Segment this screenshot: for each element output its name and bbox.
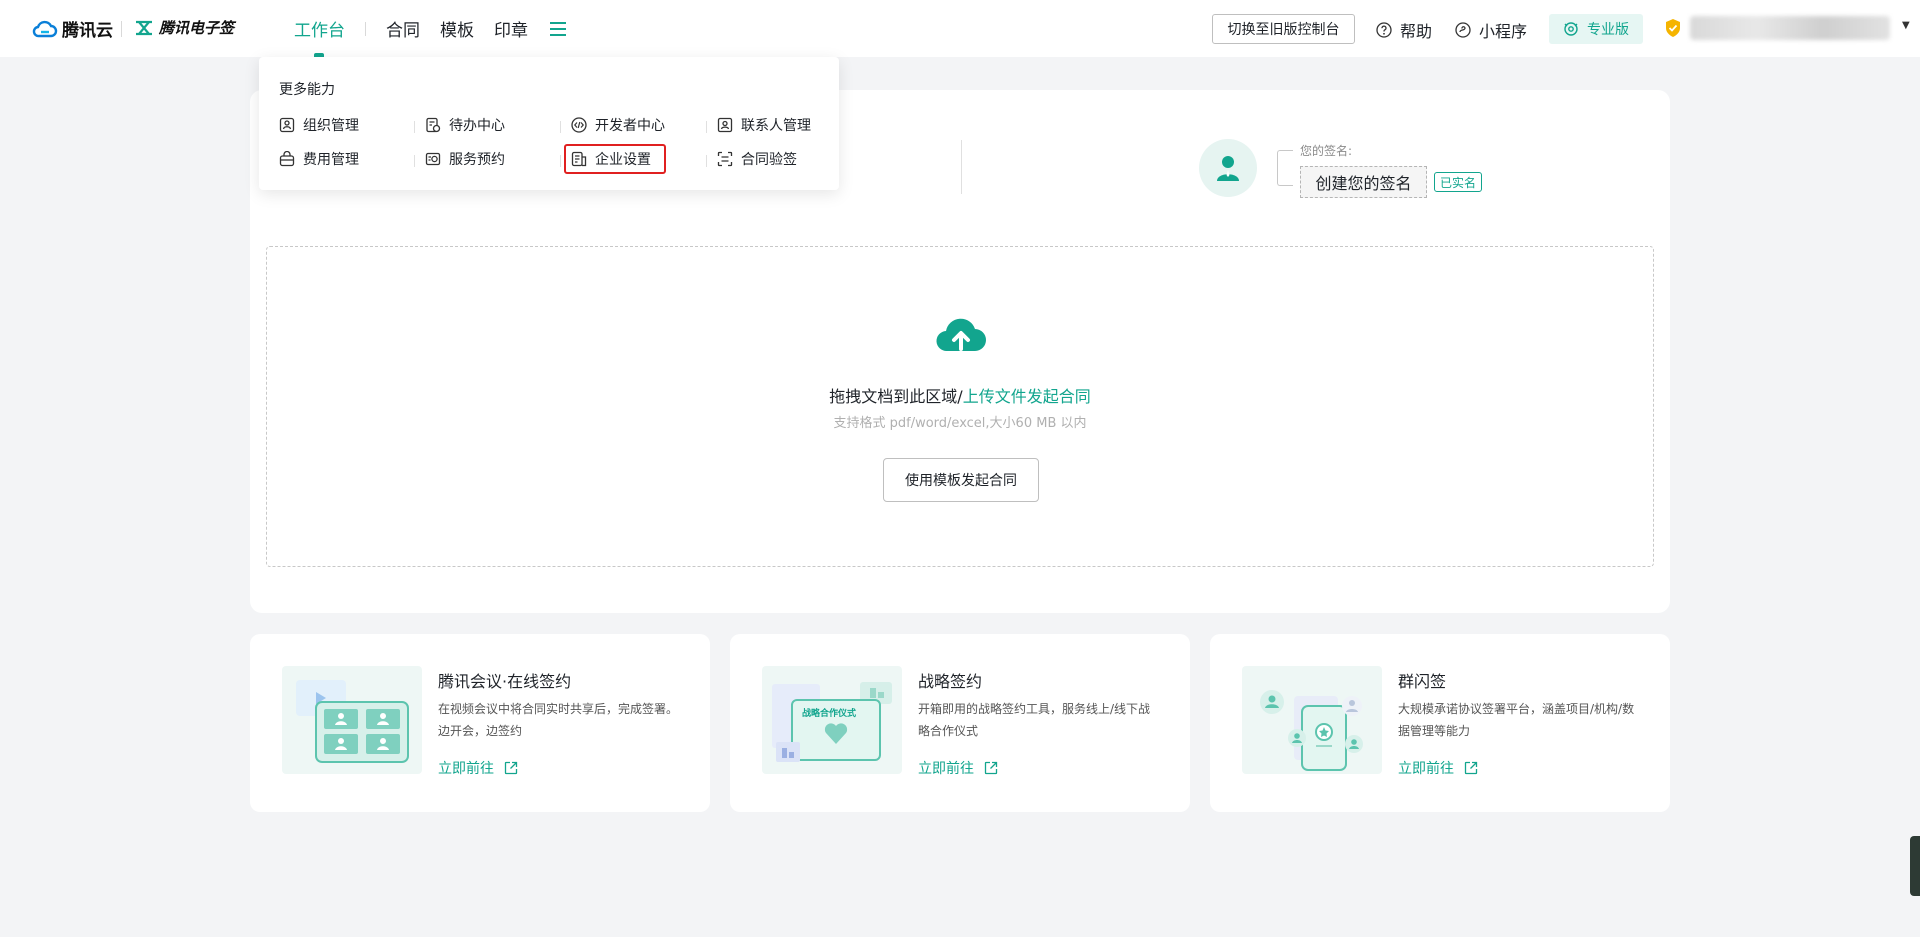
vertical-divider	[961, 140, 962, 194]
edition-badge[interactable]: 专业版	[1549, 14, 1643, 44]
brand-esign-text: 腾讯电子签	[159, 19, 235, 37]
signature-bracket	[1277, 150, 1293, 186]
menu-separator	[414, 121, 415, 133]
use-template-button[interactable]: 使用模板发起合同	[883, 458, 1039, 502]
cloud-logo-icon	[32, 20, 58, 37]
mini-program-icon	[1455, 22, 1471, 38]
nav-template[interactable]: 模板	[440, 16, 474, 41]
upload-file-link[interactable]: 上传文件发起合同	[963, 387, 1091, 406]
feature-card-group-sign: 群闪签 大规模承诺协议签署平台，涵盖项目/机构/数据管理等能力 立即前往	[1210, 634, 1670, 812]
menu-developer-center[interactable]: 开发者中心	[571, 115, 665, 135]
org-icon	[279, 117, 295, 133]
menu-label: 开发者中心	[595, 118, 665, 134]
feature-card-meeting: 腾讯会议·在线签约 在视频会议中将合同实时共享后，完成签署。边开会，边签约 立即…	[250, 634, 710, 812]
nav-separator	[365, 21, 366, 36]
dropdown-title: 更多能力	[279, 82, 335, 98]
menu-label: 联系人管理	[741, 118, 811, 134]
avatar	[1199, 139, 1257, 197]
external-link-icon	[1464, 761, 1478, 775]
menu-service-booking[interactable]: 服务预约	[425, 149, 505, 169]
strategic-illustration: 战略合作仪式	[762, 666, 902, 774]
feature-desc: 在视频会议中将合同实时共享后，完成签署。边开会，边签约	[438, 702, 679, 738]
feature-desc: 大规模承诺协议签署平台，涵盖项目/机构/数据管理等能力	[1398, 702, 1635, 738]
menu-billing-management[interactable]: 费用管理	[279, 149, 359, 169]
top-header: 腾讯云 腾讯电子签 工作台 合同 模板 印章 切换至旧版控制台 帮助 小程序 专…	[0, 0, 1920, 57]
upload-drop-zone[interactable]: 拖拽文档到此区域/上传文件发起合同 支持格式 pdf/word/excel,大小…	[266, 246, 1654, 567]
side-widget-handle[interactable]	[1910, 836, 1920, 896]
menu-separator	[560, 155, 561, 167]
help-link[interactable]: 帮助	[1376, 18, 1432, 42]
menu-separator	[560, 121, 561, 133]
code-icon	[571, 117, 587, 133]
thumb-text: 战略合作仪式	[802, 707, 856, 718]
main-nav: 工作台 合同 模板 印章	[294, 0, 568, 57]
feature-title: 战略签约	[918, 672, 983, 691]
nav-workbench[interactable]: 工作台	[294, 16, 345, 41]
external-link-icon	[504, 761, 518, 775]
bag-icon	[279, 151, 295, 167]
todo-icon	[426, 117, 441, 133]
esign-logo[interactable]: 腾讯电子签	[135, 17, 234, 38]
menu-org-management[interactable]: 组织管理	[279, 115, 359, 135]
more-capabilities-dropdown: 更多能力 组织管理 待办中心 开发者中心 联系人管理 费用管理 服务预约 企业设…	[259, 57, 839, 190]
menu-label: 服务预约	[449, 152, 505, 168]
account-caret-icon[interactable]: ▼	[1902, 20, 1910, 31]
brand-cloud-text: 腾讯云	[62, 21, 113, 41]
cloud-upload-icon	[936, 318, 986, 352]
edition-icon	[1564, 22, 1578, 36]
edition-label: 专业版	[1587, 22, 1629, 38]
create-signature-button[interactable]: 创建您的签名	[1300, 166, 1427, 198]
menu-contract-verify[interactable]: 合同验签	[717, 149, 797, 169]
feature-link-label: 立即前往	[918, 761, 974, 777]
menu-label: 待办中心	[449, 118, 505, 134]
tencent-cloud-logo[interactable]: 腾讯云	[32, 16, 113, 41]
esign-logo-icon	[136, 20, 152, 35]
user-account-blurred[interactable]	[1690, 16, 1890, 40]
nav-seal[interactable]: 印章	[494, 16, 528, 41]
menu-separator	[706, 155, 707, 167]
service-icon	[425, 152, 441, 166]
feature-title: 群闪签	[1398, 672, 1447, 691]
mini-program-link[interactable]: 小程序	[1455, 18, 1527, 42]
meeting-illustration	[282, 666, 422, 774]
nav-contract[interactable]: 合同	[386, 16, 420, 41]
highlight-box	[564, 144, 666, 174]
help-icon	[1376, 22, 1392, 38]
feature-go-link[interactable]: 立即前往	[438, 758, 518, 778]
scan-verify-icon	[717, 151, 733, 167]
contact-icon	[717, 117, 733, 133]
menu-label: 费用管理	[303, 152, 359, 168]
mini-program-label: 小程序	[1479, 22, 1528, 41]
strategic-signing-icon: 战略合作仪式	[772, 682, 892, 762]
user-icon	[1217, 156, 1239, 181]
feature-link-label: 立即前往	[438, 761, 494, 777]
menu-separator	[706, 121, 707, 133]
switch-old-console-button[interactable]: 切换至旧版控制台	[1212, 14, 1355, 44]
help-label: 帮助	[1400, 22, 1433, 41]
verified-badge: 已实名	[1434, 172, 1483, 192]
menu-todo-center[interactable]: 待办中心	[425, 115, 505, 135]
external-link-icon	[984, 761, 998, 775]
feature-go-link[interactable]: 立即前往	[1398, 758, 1478, 778]
menu-contact-management[interactable]: 联系人管理	[717, 115, 811, 135]
feature-card-strategic: 战略合作仪式 战略签约 开箱即用的战略签约工具，服务线上/线下战略合作仪式 立即…	[730, 634, 1190, 812]
group-sign-illustration	[1242, 666, 1382, 774]
upload-format-hint: 支持格式 pdf/word/excel,大小60 MB 以内	[833, 416, 1087, 431]
group-sign-icon	[1260, 690, 1363, 771]
feature-link-label: 立即前往	[1398, 761, 1454, 777]
menu-label: 组织管理	[303, 118, 359, 134]
menu-separator	[414, 155, 415, 167]
verified-shield-icon	[1666, 19, 1680, 37]
menu-label: 合同验签	[741, 152, 797, 168]
feature-desc: 开箱即用的战略签约工具，服务线上/线下战略合作仪式	[918, 702, 1151, 738]
feature-go-link[interactable]: 立即前往	[918, 758, 998, 778]
video-meeting-icon	[296, 680, 409, 763]
signature-label: 您的签名:	[1300, 144, 1353, 158]
drop-text-prefix: 拖拽文档到此区域/	[829, 387, 963, 406]
more-menu-icon[interactable]	[550, 21, 568, 37]
feature-title: 腾讯会议·在线签约	[438, 672, 572, 691]
drop-instruction: 拖拽文档到此区域/上传文件发起合同	[267, 383, 1653, 407]
logo-divider	[121, 21, 122, 37]
